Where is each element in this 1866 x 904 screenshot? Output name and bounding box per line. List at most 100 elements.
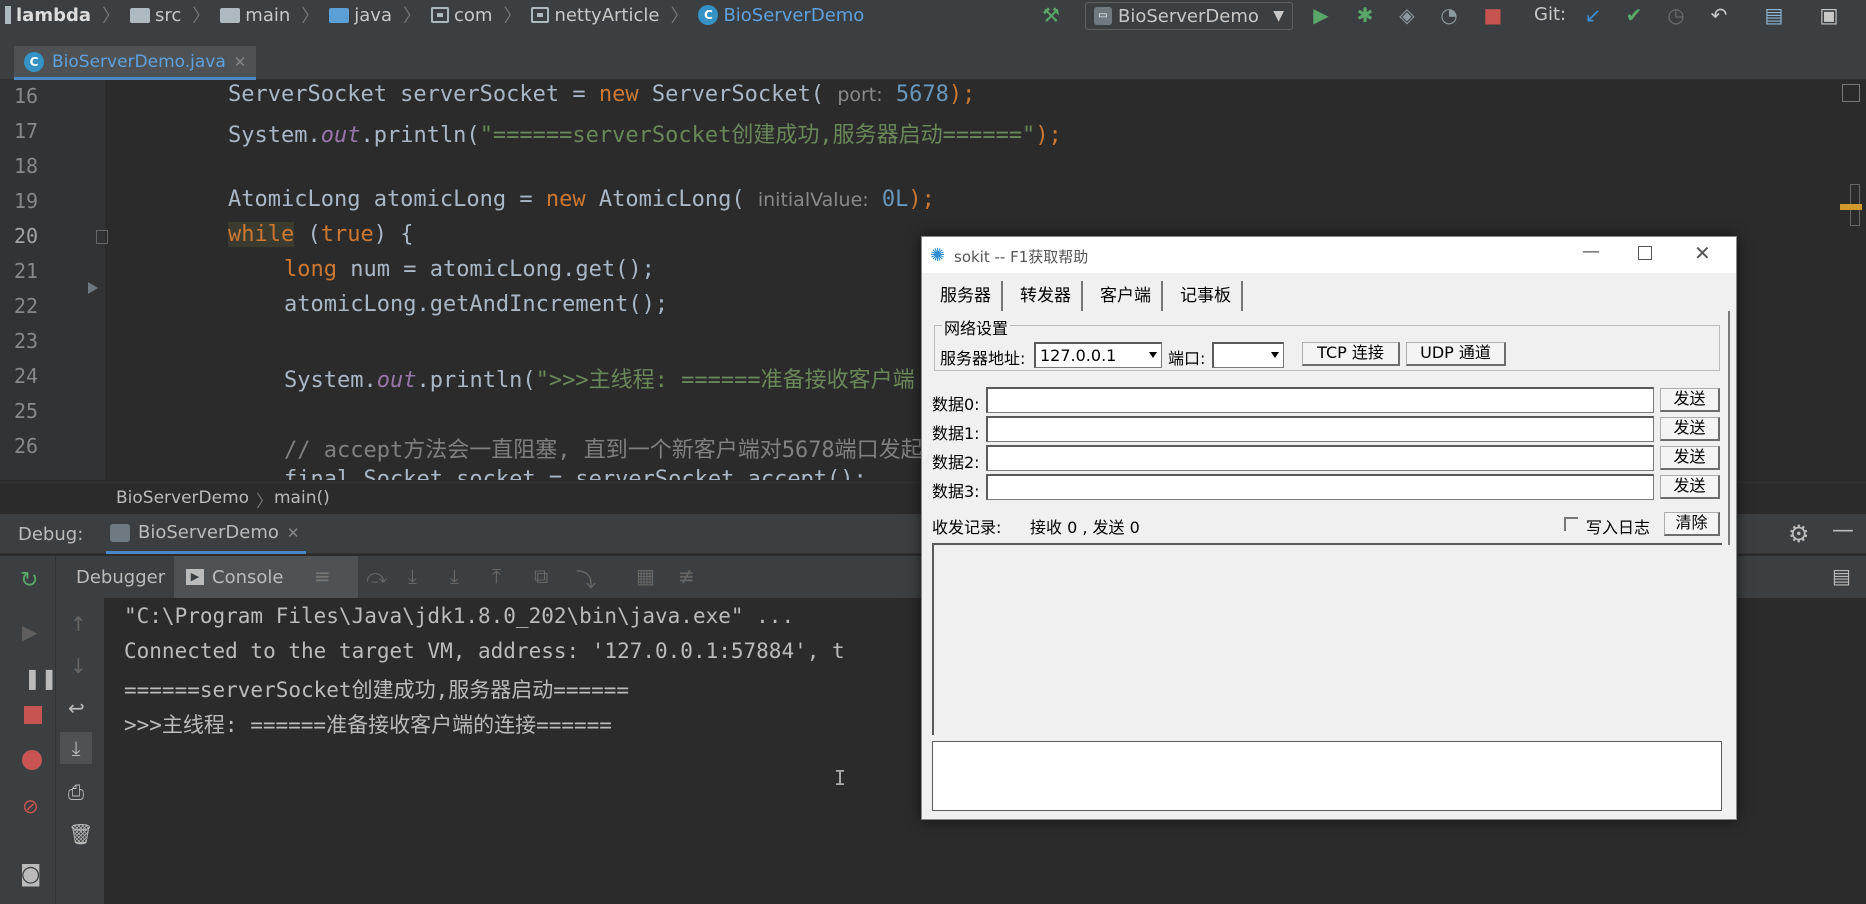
mute-breakpoints-icon[interactable]: ⊘ <box>22 794 39 818</box>
drop-frame-icon[interactable]: ⧉ <box>534 564 548 588</box>
git-rollback-icon[interactable]: ↶ <box>1708 4 1730 26</box>
write-log-label: 写入日志 <box>1586 518 1651 537</box>
send-button[interactable]: 发送 <box>1660 417 1720 441</box>
data-input[interactable] <box>986 416 1654 442</box>
group-title: 网络设置 <box>942 315 1011 339</box>
crumb-label: lambda <box>16 4 91 26</box>
crumb-main[interactable]: main 〉 <box>215 2 324 28</box>
git-commit-icon[interactable]: ✔ <box>1623 4 1645 26</box>
git-history-icon[interactable]: ◷ <box>1665 4 1687 26</box>
send-button[interactable]: 发送 <box>1660 388 1720 412</box>
crumb-nettyarticle[interactable]: nettyArticle 〉 <box>526 2 693 28</box>
minimize-icon[interactable]: — <box>1582 241 1600 262</box>
log-output-area[interactable] <box>932 543 1722 735</box>
send-button[interactable]: 发送 <box>1660 446 1720 470</box>
package-icon <box>531 7 550 23</box>
terminal-icon[interactable]: ▣ <box>1818 4 1840 26</box>
run-to-cursor-icon[interactable]: ⤵ <box>576 564 596 593</box>
udp-channel-button[interactable]: UDP 通道 <box>1406 342 1506 366</box>
crumb-src[interactable]: src 〉 <box>125 2 215 28</box>
breadcrumb-method[interactable]: main() <box>274 488 330 508</box>
view-breakpoints-icon[interactable] <box>22 750 42 770</box>
coverage-icon[interactable]: ◈ <box>1396 4 1418 26</box>
stop-icon[interactable] <box>24 706 42 724</box>
console-line: ======serverSocket创建成功,服务器启动====== <box>124 678 630 702</box>
tab-client[interactable]: 客户端 <box>1090 281 1163 311</box>
data-input[interactable] <box>986 474 1654 500</box>
rerun-icon[interactable]: ↻ <box>20 568 38 593</box>
show-execution-point-icon[interactable]: ⤼ <box>366 564 387 588</box>
tcp-connect-button[interactable]: TCP 连接 <box>1302 342 1400 366</box>
editor-scrollbar-marks[interactable] <box>1842 84 1860 102</box>
run-icon[interactable]: ▶ <box>1310 4 1332 26</box>
port-combo[interactable] <box>1212 342 1284 368</box>
layout-icon[interactable]: ▤ <box>1832 564 1851 588</box>
class-icon: C <box>698 5 719 25</box>
pause-icon[interactable]: ❚❚ <box>24 666 58 690</box>
crumb-java[interactable]: java 〉 <box>324 2 426 28</box>
console-line: Connected to the target VM, address: '12… <box>124 639 845 663</box>
debug-bug-icon[interactable]: ✱ <box>1354 4 1376 26</box>
breadcrumb-class[interactable]: BioServerDemo <box>116 488 249 508</box>
step-out-icon[interactable]: ⤒ <box>492 564 501 588</box>
close-icon[interactable]: ✕ <box>287 524 300 542</box>
trace-icon[interactable]: ≢ <box>678 564 695 588</box>
line-number: 21 <box>14 259 39 283</box>
server-address-combo[interactable]: 127.0.0.1 <box>1034 342 1162 368</box>
editor-marker <box>1840 204 1862 210</box>
data-input[interactable] <box>986 387 1654 413</box>
scroll-to-end-icon[interactable]: ⤓ <box>60 732 92 764</box>
build-hammer-icon[interactable]: ⚒ <box>1040 4 1062 26</box>
minimize-icon[interactable]: — <box>1832 518 1854 543</box>
crumb-bioserverdemo[interactable]: C BioServerDemo <box>693 5 869 26</box>
file-tab-label: BioServerDemo.java <box>52 51 226 72</box>
menu-icon[interactable]: ≡ <box>314 564 331 588</box>
trash-icon[interactable]: 🗑 <box>68 822 93 846</box>
crumb-com[interactable]: com 〉 <box>426 2 526 28</box>
crumb-lambda[interactable]: lambda 〉 <box>0 2 125 28</box>
sokit-title: sokit -- F1获取帮助 <box>954 248 1089 266</box>
console-icon: ▶ <box>186 569 204 585</box>
up-arrow-icon[interactable]: ↑ <box>70 612 87 636</box>
print-icon[interactable]: ⎙ <box>68 780 84 804</box>
down-arrow-icon[interactable]: ↓ <box>70 654 87 678</box>
code-line-21: long num = atomicLong.get(); <box>284 257 655 282</box>
tab-forwarder[interactable]: 转发器 <box>1010 281 1083 311</box>
message-input-area[interactable] <box>932 741 1722 811</box>
close-icon[interactable]: ✕ <box>1694 241 1711 265</box>
run-configuration-select[interactable]: ▭ BioServerDemo ▼ <box>1085 2 1293 30</box>
tab-notepad[interactable]: 记事板 <box>1170 281 1243 311</box>
package-icon <box>430 7 449 23</box>
gear-icon[interactable]: ⚙ <box>1788 520 1810 548</box>
soft-wrap-icon[interactable]: ↩ <box>68 696 85 720</box>
stop-icon[interactable]: ■ <box>1482 4 1504 26</box>
evaluate-icon[interactable]: ▦ <box>636 564 655 588</box>
profile-icon[interactable]: ◔ <box>1438 4 1460 26</box>
resume-icon[interactable]: ▶ <box>22 620 37 644</box>
maximize-icon[interactable] <box>1638 246 1652 260</box>
sokit-titlebar[interactable]: ✺ sokit -- F1获取帮助 — ✕ <box>922 237 1736 273</box>
clear-button[interactable]: 清除 <box>1664 512 1720 536</box>
console-line: "C:\Program Files\Java\jdk1.8.0_202\bin\… <box>124 604 795 628</box>
file-tab-bioserverdemo[interactable]: C BioServerDemo.java ✕ <box>14 46 257 80</box>
git-update-icon[interactable]: ↙ <box>1582 4 1604 26</box>
step-into-icon[interactable]: ⤓ <box>450 564 459 588</box>
camera-icon[interactable]: ◙ <box>20 862 41 887</box>
line-number: 20 <box>14 224 39 248</box>
debug-session-tab[interactable]: BioServerDemo ✕ <box>106 514 306 554</box>
close-icon[interactable]: ✕ <box>234 53 247 71</box>
write-log-checkbox[interactable] <box>1564 517 1578 531</box>
crumb-label: src <box>155 4 182 26</box>
tab-debugger[interactable]: Debugger <box>76 567 165 588</box>
line-number: 19 <box>14 189 39 213</box>
send-button[interactable]: 发送 <box>1660 475 1720 499</box>
tab-server[interactable]: 服务器 <box>930 281 1003 311</box>
data-input[interactable] <box>986 445 1654 471</box>
server-address-value: 127.0.0.1 <box>1040 346 1117 365</box>
line-number: 23 <box>14 329 39 353</box>
step-over-icon[interactable]: ⤓ <box>408 564 417 588</box>
project-structure-icon[interactable]: ▤ <box>1763 4 1785 26</box>
line-number: 25 <box>14 399 39 423</box>
line-number: 26 <box>14 434 39 458</box>
run-config-label: BioServerDemo <box>1118 5 1259 27</box>
